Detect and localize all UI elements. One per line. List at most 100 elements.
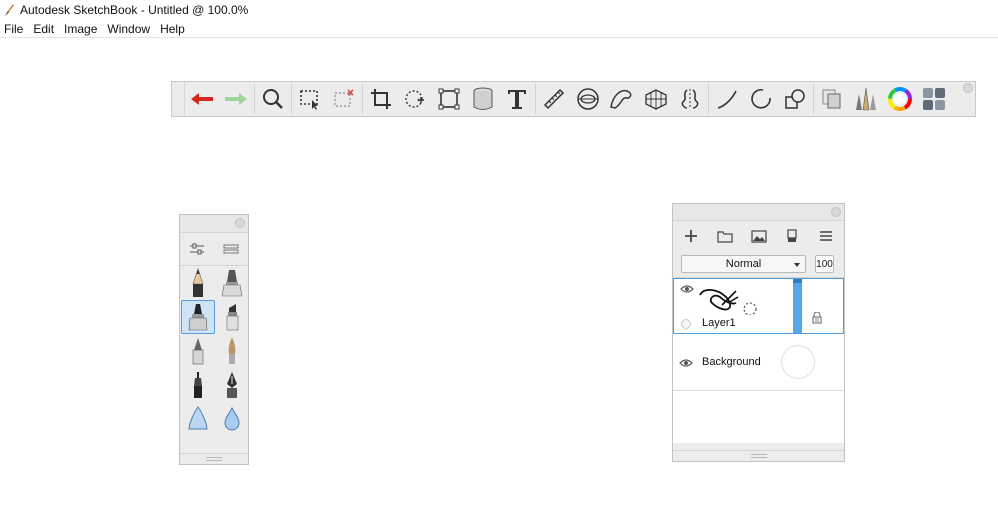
ellipse-guide-button[interactable] — [571, 82, 605, 116]
brush-cone[interactable] — [181, 436, 215, 452]
brush-paintbrush[interactable] — [215, 334, 248, 368]
brush-palette — [179, 214, 249, 465]
brush-palette-header[interactable] — [180, 215, 248, 233]
clear-layer-button[interactable] — [782, 226, 802, 246]
brush-technical-pen[interactable] — [181, 368, 215, 402]
toolbar-separator — [254, 84, 255, 114]
ellipse-guide-icon — [577, 88, 599, 110]
toolbar-close-button[interactable] — [963, 83, 973, 93]
layer-menu-button[interactable] — [816, 226, 836, 246]
lock-icon[interactable] — [812, 312, 822, 324]
folder-icon — [717, 230, 733, 243]
undo-icon — [191, 93, 213, 105]
brush-ink-pen[interactable] — [215, 266, 248, 300]
eraser-icon — [787, 229, 797, 242]
toolbar-grip[interactable] — [172, 82, 185, 116]
pencil-icon — [192, 268, 204, 297]
blend-mode-value: Normal — [725, 258, 762, 270]
technical-pen-icon — [194, 372, 202, 398]
menu-window[interactable]: Window — [102, 21, 155, 37]
fill-button[interactable] — [466, 82, 500, 116]
zoom-button[interactable] — [256, 82, 290, 116]
line-icon — [717, 90, 737, 109]
brush-fountain-pen[interactable] — [215, 368, 248, 402]
toolbar-separator — [291, 84, 292, 114]
layer-select-radio[interactable] — [681, 319, 691, 329]
layer-opacity-slider[interactable] — [793, 279, 802, 333]
redo-button[interactable] — [219, 82, 253, 116]
brushes-button[interactable] — [849, 82, 883, 116]
toolbar-separator — [813, 84, 814, 114]
sketchbook-app-icon — [5, 4, 14, 16]
layer-editor: Normal 100 Layer1 Background — [672, 203, 845, 462]
title-bar: Autodesk SketchBook - Untitled @ 100.0% — [0, 0, 998, 20]
layer-row-layer1[interactable]: Layer1 — [673, 278, 844, 334]
crop-button[interactable] — [364, 82, 398, 116]
symmetry-icon — [681, 89, 699, 109]
transform-button[interactable] — [432, 82, 466, 116]
move-button[interactable] — [398, 82, 432, 116]
blend-mode-dropdown[interactable]: Normal — [681, 255, 806, 273]
eraser-icon — [220, 438, 244, 452]
water-drop-icon — [224, 406, 240, 431]
eye-icon[interactable] — [680, 284, 694, 294]
brush-marker[interactable] — [181, 300, 215, 334]
chevron-down-icon — [794, 263, 800, 267]
undo-button[interactable] — [185, 82, 219, 116]
french-curve-button[interactable] — [605, 82, 639, 116]
opacity-field[interactable]: 100 — [815, 255, 834, 273]
layer-row-background[interactable]: Background — [673, 334, 844, 391]
brush-properties-icon[interactable] — [189, 242, 205, 256]
circle-button[interactable] — [744, 82, 778, 116]
menu-image[interactable]: Image — [59, 21, 102, 37]
transform-icon — [438, 88, 460, 110]
menu-help[interactable]: Help — [155, 21, 190, 37]
toolbar-separator — [708, 84, 709, 114]
brush-palette-close-button[interactable] — [235, 218, 245, 228]
copy-button[interactable] — [815, 82, 849, 116]
toolbar-separator — [362, 84, 363, 114]
perspective-button[interactable] — [639, 82, 673, 116]
zoom-icon — [263, 89, 283, 109]
symmetry-button[interactable] — [673, 82, 707, 116]
add-layer-button[interactable] — [681, 226, 701, 246]
add-image-button[interactable] — [749, 226, 769, 246]
brush-library-icon[interactable] — [223, 243, 239, 255]
blend-row: Normal 100 — [673, 251, 844, 278]
brush-pencil[interactable] — [181, 266, 215, 300]
ruler-button[interactable] — [537, 82, 571, 116]
rect-select-button[interactable] — [293, 82, 327, 116]
layer-thumbnail — [699, 289, 757, 315]
brush-palette-resize-grip[interactable] — [180, 453, 248, 464]
background-thumbnail — [781, 345, 815, 379]
chisel-marker-icon — [226, 304, 239, 331]
grip-lines — [206, 457, 222, 461]
marker-icon — [188, 304, 208, 331]
menu-bar: File Edit Image Window Help — [0, 20, 998, 38]
palette-grid-button[interactable] — [917, 82, 951, 116]
lasso-select-button[interactable] — [327, 82, 361, 116]
line-button[interactable] — [710, 82, 744, 116]
paintbrush-icon — [228, 337, 236, 364]
brush-ballpoint[interactable] — [181, 334, 215, 368]
french-curve-icon — [610, 89, 632, 109]
eye-icon[interactable] — [679, 358, 693, 368]
brush-chisel-marker[interactable] — [215, 300, 248, 334]
layer-editor-header[interactable] — [673, 204, 844, 221]
toolbar-separator — [535, 84, 536, 114]
layer-editor-close-button[interactable] — [831, 207, 841, 217]
layer-opacity-slider-handle[interactable] — [793, 279, 802, 283]
color-wheel-button[interactable] — [883, 82, 917, 116]
layer-editor-resize-grip[interactable] — [673, 450, 844, 461]
add-group-button[interactable] — [715, 226, 735, 246]
shape-button[interactable] — [778, 82, 812, 116]
brush-eraser[interactable] — [215, 436, 248, 452]
brush-water-drop[interactable] — [215, 402, 248, 436]
menu-edit[interactable]: Edit — [28, 21, 59, 37]
menu-file[interactable]: File — [0, 21, 28, 37]
text-button[interactable] — [500, 82, 534, 116]
text-icon — [508, 90, 526, 109]
airbrush-icon — [188, 406, 208, 430]
brush-airbrush[interactable] — [181, 402, 215, 436]
color-wheel-icon — [888, 87, 912, 111]
